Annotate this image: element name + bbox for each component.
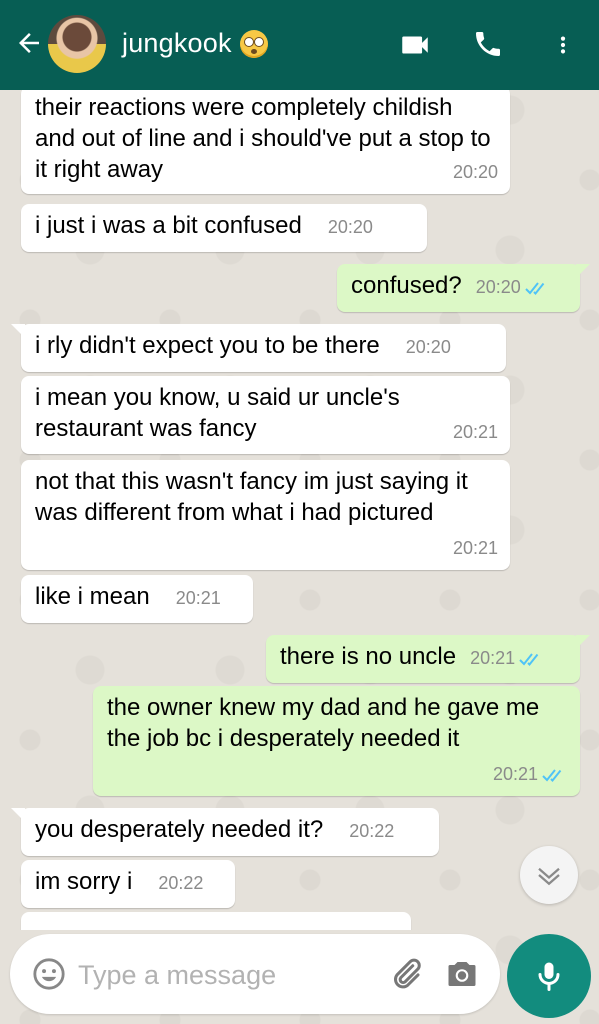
flushed-face-emoji-icon xyxy=(239,29,268,58)
message-text: their reactions were completely childish… xyxy=(35,94,498,183)
message-outgoing[interactable]: confused? 20:20 xyxy=(337,264,590,312)
message-incoming[interactable]: i just i was a bit confused 20:20 xyxy=(21,204,427,252)
chat-header: jungkook xyxy=(0,0,599,90)
mic-button[interactable] xyxy=(507,934,591,1018)
message-incoming[interactable]: im sorry i 20:22 xyxy=(21,860,235,908)
attach-icon[interactable] xyxy=(388,956,424,992)
message-text: confused? xyxy=(351,272,462,299)
message-incoming[interactable]: you desperately needed it? 20:22 xyxy=(11,808,439,856)
message-incoming[interactable]: like i mean 20:21 xyxy=(21,575,253,623)
contact-title[interactable]: jungkook xyxy=(122,28,268,59)
more-vert-icon[interactable] xyxy=(552,28,574,62)
double-tick-icon xyxy=(542,768,562,782)
message-incoming[interactable]: their reactions were completely childish… xyxy=(21,90,510,194)
video-call-icon[interactable] xyxy=(398,28,432,62)
message-status: 20:21 xyxy=(493,759,568,790)
contact-name: jungkook xyxy=(122,28,232,58)
message-incoming[interactable]: not that this wasn't fancy im just sayin… xyxy=(21,460,510,570)
message-list[interactable]: their reactions were completely childish… xyxy=(0,90,599,930)
scroll-to-bottom-button[interactable] xyxy=(520,846,578,904)
double-tick-icon xyxy=(525,281,545,295)
message-time: 20:20 xyxy=(327,217,373,237)
message-incoming[interactable]: i mean you know, u said ur uncle's resta… xyxy=(21,376,510,454)
message-outgoing[interactable]: the owner knew my dad and he gave me the… xyxy=(93,686,580,796)
message-text: the owner knew my dad and he gave me the… xyxy=(107,694,546,752)
message-incoming-partial[interactable] xyxy=(21,912,411,930)
message-time: 20:22 xyxy=(158,873,204,893)
phone-icon[interactable] xyxy=(472,28,504,60)
emoji-icon[interactable] xyxy=(32,957,66,991)
chevron-down-icon xyxy=(538,867,560,886)
double-tick-icon xyxy=(519,652,539,666)
message-time: 20:21 xyxy=(470,648,516,668)
message-input[interactable] xyxy=(76,952,370,998)
camera-icon[interactable] xyxy=(444,956,480,992)
message-time: 20:21 xyxy=(452,538,498,558)
mic-icon xyxy=(538,962,560,991)
message-time: 20:21 xyxy=(175,588,221,608)
message-status: 20:21 xyxy=(470,643,545,674)
message-text: you desperately needed it? xyxy=(35,816,324,843)
message-text: i just i was a bit confused xyxy=(35,212,302,239)
message-text: i mean you know, u said ur uncle's resta… xyxy=(35,384,407,442)
message-time: 20:20 xyxy=(452,162,498,182)
message-time: 20:21 xyxy=(452,422,498,442)
message-time: 20:22 xyxy=(349,821,395,841)
message-text: i rly didn't expect you to be there xyxy=(35,332,380,359)
message-composer xyxy=(10,934,500,1014)
message-time: 20:21 xyxy=(492,764,538,784)
back-arrow-icon[interactable] xyxy=(14,28,44,58)
message-text: there is no uncle xyxy=(280,643,457,670)
message-text: not that this wasn't fancy im just sayin… xyxy=(35,468,475,526)
message-text: like i mean xyxy=(35,583,150,610)
message-time: 20:20 xyxy=(475,277,521,297)
message-time: 20:20 xyxy=(405,337,451,357)
message-text: im sorry i xyxy=(35,868,133,895)
message-status: 20:20 xyxy=(476,272,551,303)
message-outgoing[interactable]: there is no uncle 20:21 xyxy=(266,635,590,683)
contact-avatar[interactable] xyxy=(48,15,106,73)
message-incoming[interactable]: i rly didn't expect you to be there 20:2… xyxy=(11,324,506,372)
